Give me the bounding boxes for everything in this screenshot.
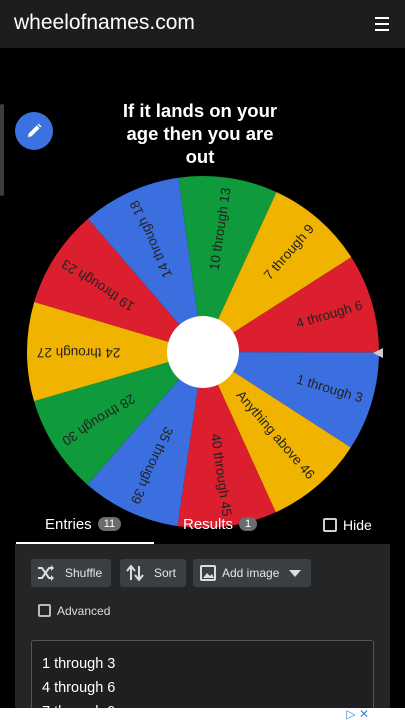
advanced-toggle[interactable]: Advanced bbox=[38, 602, 110, 620]
entries-panel: Shuffle Sort Add image Advanced 1 throug… bbox=[15, 544, 390, 720]
tab-results-label: Results bbox=[183, 516, 234, 533]
top-app-bar: wheelofnames.com bbox=[0, 0, 405, 48]
ad-banner: ▷ ✕ bbox=[0, 708, 405, 720]
ad-choices-icon[interactable]: ▷ ✕ bbox=[346, 708, 369, 720]
sort-icon bbox=[126, 565, 144, 581]
results-count-badge: 1 bbox=[239, 517, 258, 531]
wheel-title: If it lands on your age then you are out bbox=[100, 99, 300, 168]
sort-label: Sort bbox=[154, 566, 177, 580]
edit-pencil-button[interactable] bbox=[15, 112, 53, 150]
entry-line: 4 through 6 bbox=[42, 680, 116, 696]
wheel-segment-label: 24 through 27 bbox=[37, 345, 120, 360]
tab-entries-label: Entries bbox=[45, 516, 92, 533]
side-scroll-indicator bbox=[0, 104, 4, 196]
pencil-icon bbox=[28, 123, 42, 137]
wheel-title-line-2: age then you are bbox=[126, 123, 274, 144]
tab-results[interactable]: Results 1 bbox=[183, 516, 258, 542]
wheel-center-hub[interactable] bbox=[167, 316, 239, 388]
entries-count-badge: 11 bbox=[97, 517, 122, 531]
hide-toggle[interactable]: Hide bbox=[323, 517, 372, 535]
tab-entries[interactable]: Entries 11 bbox=[45, 516, 122, 542]
add-image-button[interactable]: Add image bbox=[193, 559, 311, 587]
advanced-checkbox[interactable] bbox=[38, 604, 51, 617]
wheel-title-line-1: If it lands on your bbox=[122, 100, 278, 121]
wheel-stage: If it lands on your age then you are out… bbox=[0, 48, 405, 528]
site-brand[interactable]: wheelofnames.com bbox=[14, 11, 195, 35]
shuffle-button[interactable]: Shuffle bbox=[31, 559, 111, 587]
hide-checkbox[interactable] bbox=[323, 518, 337, 532]
shuffle-icon bbox=[38, 565, 54, 581]
shuffle-label: Shuffle bbox=[65, 566, 103, 580]
advanced-label: Advanced bbox=[57, 604, 111, 618]
hide-label: Hide bbox=[343, 517, 372, 533]
spinning-wheel[interactable]: 1 through 3Anything above 4640 through 4… bbox=[23, 173, 383, 537]
image-icon bbox=[200, 565, 216, 581]
hamburger-menu-icon[interactable] bbox=[371, 13, 393, 35]
chevron-down-icon bbox=[289, 570, 301, 577]
wheel-title-line-3: out bbox=[185, 146, 215, 167]
entry-line: 1 through 3 bbox=[42, 656, 116, 672]
add-image-label: Add image bbox=[222, 566, 280, 580]
sort-button[interactable]: Sort bbox=[120, 559, 186, 587]
